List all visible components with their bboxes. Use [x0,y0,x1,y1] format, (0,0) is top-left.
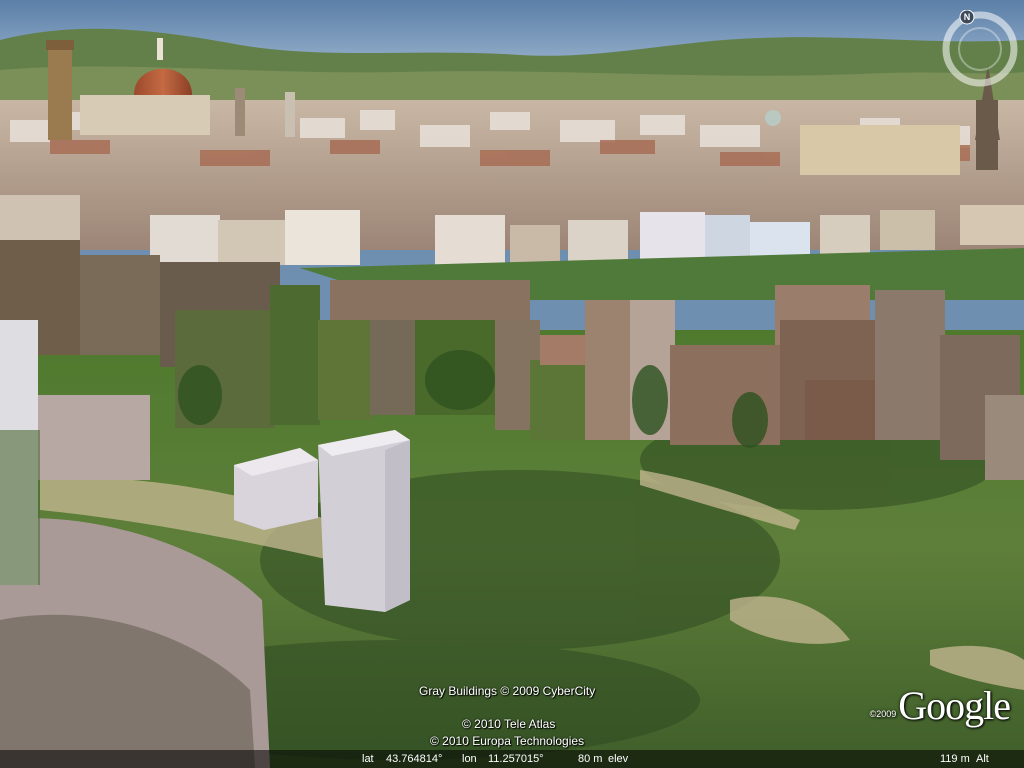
elev-label: elev [608,753,629,765]
church-right [800,125,960,175]
status-bar: lat 43.764814° lon 11.257015° 80 m elev … [0,750,1024,768]
buildings-attribution: Gray Buildings © 2009 CyberCity [419,684,596,698]
logo-text: Google [898,683,1011,728]
alt-label: Alt [976,753,989,765]
lon-label: lon [462,753,477,765]
europa-attribution: © 2010 Europa Technologies [430,734,585,748]
lat-value: 43.764814° [386,753,443,765]
elev-value: 80 m [578,753,603,765]
logo-year: ©2009 [869,709,897,719]
earth-3d-viewport[interactable]: Gray Buildings © 2009 CyberCity © 2010 T… [0,0,1024,768]
compass-ring-icon[interactable]: N [941,10,1019,88]
lat-label: lat [362,753,374,765]
palazzo-tower [48,45,72,140]
florence-3d-scene[interactable] [0,0,1024,768]
tele-atlas-attribution: © 2010 Tele Atlas [462,717,556,731]
lon-value: 11.257015° [488,753,544,765]
alt-value: 119 m [940,753,970,765]
compass-north-label: N [964,12,971,22]
google-logo: ©2009 Google [869,683,1011,728]
